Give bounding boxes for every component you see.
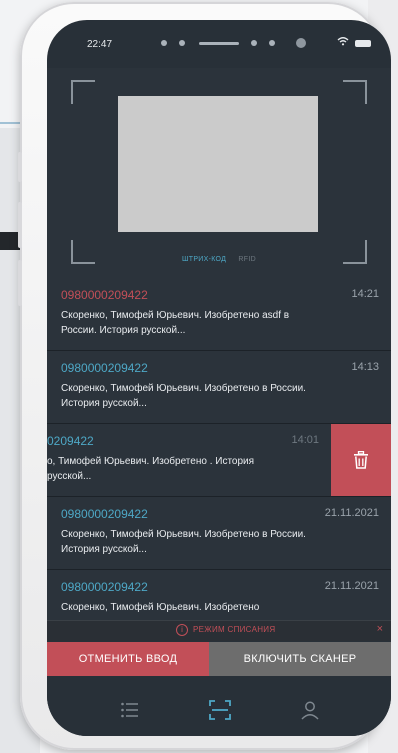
list-item-swiped[interactable]: 0209422 14:01 о, Тимофей Юрьевич. Изобре…: [47, 424, 391, 497]
list-icon: [121, 702, 138, 718]
item-barcode: 0209422: [47, 434, 94, 448]
tab-history[interactable]: [116, 696, 144, 724]
scan-mode-tabs: ШТРИХ-КОД RFID: [47, 256, 391, 263]
app-screen: 22:47 ШТРИХ-КОД RFID 0980000209422 14:21…: [47, 20, 391, 736]
status-bar: 22:47: [47, 20, 391, 68]
profile-icon: [301, 701, 319, 720]
trash-icon: [354, 451, 368, 469]
scanner-viewfinder[interactable]: ШТРИХ-КОД RFID: [47, 68, 391, 278]
notch-dot: [269, 40, 275, 46]
notch-dot: [161, 40, 167, 46]
notch-speaker: [199, 42, 239, 45]
item-description: о, Тимофей Юрьевич. Изобретено . История…: [47, 456, 255, 482]
item-date: 21.11.2021: [324, 507, 379, 519]
status-time: 22:47: [87, 39, 113, 50]
front-camera-icon: [296, 38, 306, 48]
item-date: 21.11.2021: [324, 580, 379, 592]
tab-scan[interactable]: [206, 696, 234, 724]
writeoff-mode-banner: i РЕЖИМ СПИСАНИЯ ×: [47, 620, 391, 641]
phone-volume-up: [18, 202, 22, 248]
cancel-input-button[interactable]: ОТМЕНИТЬ ВВОД: [47, 642, 209, 676]
notch-dot: [251, 40, 257, 46]
item-time: 14:13: [351, 361, 379, 373]
bottom-tab-bar: [47, 676, 391, 736]
item-description: Скоренко, Тимофей Юрьевич. Изобретено: [61, 602, 260, 613]
item-barcode: 0980000209422: [61, 288, 148, 302]
battery-icon: [355, 40, 371, 47]
close-icon[interactable]: ×: [377, 623, 383, 635]
writeoff-mode-label: РЕЖИМ СПИСАНИЯ: [193, 625, 276, 634]
phone-mute-switch: [18, 152, 22, 182]
item-time: 14:01: [291, 434, 319, 446]
list-item[interactable]: 0980000209422 14:21 Скоренко, Тимофей Юр…: [47, 278, 391, 351]
phone-frame: 22:47 ШТРИХ-КОД RFID 0980000209422 14:21…: [18, 2, 391, 750]
item-description: Скоренко, Тимофей Юрьевич. Изобретено в …: [61, 529, 306, 555]
item-description: Скоренко, Тимофей Юрьевич. Изобретено as…: [61, 310, 290, 336]
scan-history-list[interactable]: 0980000209422 14:21 Скоренко, Тимофей Юр…: [47, 278, 391, 634]
item-barcode: 0980000209422: [61, 361, 148, 375]
phone-volume-down: [18, 260, 22, 306]
viewfinder-corner-top-left: [71, 80, 95, 104]
viewfinder-corner-top-right: [343, 80, 367, 104]
item-barcode: 0980000209422: [61, 507, 148, 521]
notch-dot: [179, 40, 185, 46]
camera-preview: [118, 96, 318, 232]
list-item[interactable]: 0980000209422 14:13 Скоренко, Тимофей Юр…: [47, 351, 391, 424]
item-time: 14:21: [351, 288, 379, 300]
info-icon: i: [176, 624, 188, 636]
item-barcode: 0980000209422: [61, 580, 148, 594]
item-description: Скоренко, Тимофей Юрьевич. Изобретено в …: [61, 383, 306, 409]
wifi-icon: [337, 36, 349, 49]
tab-rfid[interactable]: RFID: [238, 256, 256, 263]
delete-button[interactable]: [331, 424, 391, 496]
enable-scanner-button[interactable]: ВКЛЮЧИТЬ СКАНЕР: [209, 642, 391, 676]
action-bar: ОТМЕНИТЬ ВВОД ВКЛЮЧИТЬ СКАНЕР: [47, 642, 391, 676]
tab-barcode[interactable]: ШТРИХ-КОД: [182, 256, 226, 263]
tab-profile[interactable]: [296, 696, 324, 724]
scan-icon: [209, 700, 231, 720]
list-item[interactable]: 0980000209422 21.11.2021 Скоренко, Тимоф…: [47, 497, 391, 570]
